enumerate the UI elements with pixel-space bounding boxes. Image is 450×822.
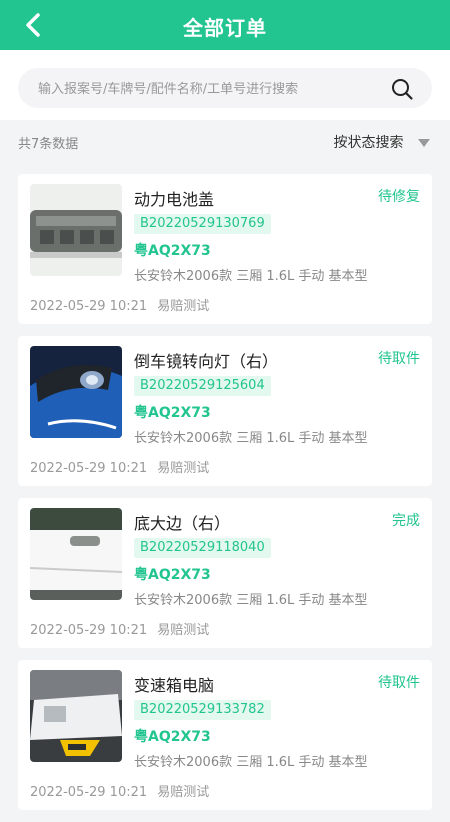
part-name: 动力电池盖 — [134, 190, 215, 209]
order-card[interactable]: 动力电池盖 待修复 B20220529130769 粤AQ2X73 长安铃木20… — [18, 174, 432, 324]
case-number-tag: B20220529133782 — [134, 700, 271, 720]
order-meta: 2022-05-29 10:21 易赔测试 — [30, 457, 209, 476]
order-card[interactable]: 变速箱电脑 待取件 B20220529133782 粤AQ2X73 长安铃木20… — [18, 660, 432, 810]
order-user: 易赔测试 — [157, 299, 210, 314]
plate-number: 粤AQ2X73 — [134, 243, 211, 259]
plate-number: 粤AQ2X73 — [134, 405, 211, 421]
status-filter[interactable]: 按状态搜索 — [334, 132, 430, 152]
app-header: 全部订单 — [0, 0, 450, 50]
part-thumbnail — [30, 670, 122, 762]
part-name: 倒车镜转向灯（右） — [134, 352, 279, 371]
case-number-tag: B20220529118040 — [134, 538, 271, 558]
part-name: 底大边（右） — [134, 514, 231, 533]
order-list: 动力电池盖 待修复 B20220529130769 粤AQ2X73 长安铃木20… — [18, 174, 432, 822]
search-input[interactable] — [36, 68, 380, 110]
order-user: 易赔测试 — [157, 623, 210, 638]
status-badge: 待取件 — [378, 351, 420, 367]
status-badge: 待取件 — [378, 675, 420, 691]
order-timestamp: 2022-05-29 10:21 — [30, 623, 148, 638]
order-meta: 2022-05-29 10:21 易赔测试 — [30, 619, 209, 638]
plate-number: 粤AQ2X73 — [134, 729, 211, 745]
plate-number: 粤AQ2X73 — [134, 567, 211, 583]
search-icon[interactable] — [390, 77, 414, 101]
order-timestamp: 2022-05-29 10:21 — [30, 299, 148, 314]
caret-down-icon — [418, 139, 430, 147]
vehicle-model: 长安铃木2006款 三厢 1.6L 手动 基本型 — [134, 269, 368, 284]
order-card[interactable]: 底大边（右） 完成 B20220529118040 粤AQ2X73 长安铃木20… — [18, 498, 432, 648]
order-meta: 2022-05-29 10:21 易赔测试 — [30, 781, 209, 800]
part-name: 变速箱电脑 — [134, 676, 215, 695]
case-number-tag: B20220529130769 — [134, 214, 271, 234]
status-filter-label: 按状态搜索 — [333, 135, 404, 151]
status-badge: 完成 — [392, 513, 420, 529]
order-card[interactable]: 倒车镜转向灯（右） 待取件 B20220529125604 粤AQ2X73 长安… — [18, 336, 432, 486]
case-number-tag: B20220529125604 — [134, 376, 271, 396]
part-thumbnail — [30, 346, 122, 438]
part-thumbnail — [30, 508, 122, 600]
page-title: 全部订单 — [183, 16, 267, 40]
order-user: 易赔测试 — [157, 461, 210, 476]
order-meta: 2022-05-29 10:21 易赔测试 — [30, 295, 209, 314]
status-badge: 待修复 — [378, 189, 420, 205]
summary-row: 共7条数据 按状态搜索 — [0, 130, 450, 154]
order-timestamp: 2022-05-29 10:21 — [30, 785, 148, 800]
order-user: 易赔测试 — [157, 785, 210, 800]
vehicle-model: 长安铃木2006款 三厢 1.6L 手动 基本型 — [134, 593, 368, 608]
order-timestamp: 2022-05-29 10:21 — [30, 461, 148, 476]
vehicle-model: 长安铃木2006款 三厢 1.6L 手动 基本型 — [134, 755, 368, 770]
record-count: 共7条数据 — [18, 137, 79, 152]
search-bar — [0, 50, 450, 120]
part-thumbnail — [30, 184, 122, 276]
vehicle-model: 长安铃木2006款 三厢 1.6L 手动 基本型 — [134, 431, 368, 446]
search-box — [18, 68, 432, 110]
